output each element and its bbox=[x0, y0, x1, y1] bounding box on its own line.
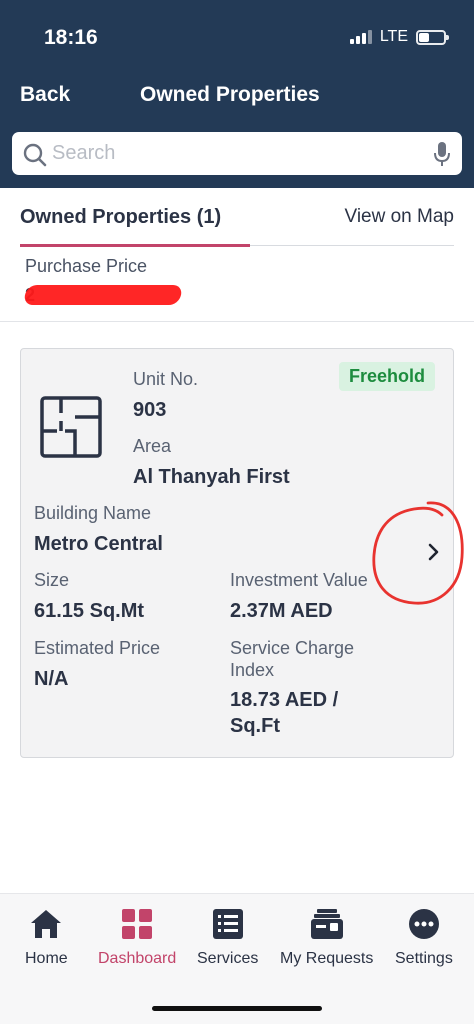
more-icon bbox=[408, 909, 439, 939]
purchase-price-value: 2 bbox=[22, 285, 185, 307]
nav-settings[interactable]: Settings bbox=[395, 908, 453, 968]
nav-my-requests-label: My Requests bbox=[280, 950, 374, 967]
service-charge-label-line2: Index bbox=[230, 660, 275, 680]
home-indicator[interactable] bbox=[152, 1006, 322, 1011]
annotation-circle bbox=[372, 501, 464, 605]
bottom-navigation: Home Dashboard Services My Requests Sett… bbox=[0, 893, 474, 1024]
nav-home-label: Home bbox=[25, 950, 68, 967]
purchase-price-label: Purchase Price bbox=[25, 256, 148, 276]
estimated-price-label: Estimated Price bbox=[34, 638, 161, 658]
search-input[interactable] bbox=[52, 132, 432, 175]
property-tabs: Owned Properties (1) View on Map bbox=[20, 206, 455, 247]
estimated-price-value: N/A bbox=[34, 668, 69, 690]
active-tab-underline bbox=[20, 244, 250, 247]
home-icon bbox=[31, 910, 62, 938]
view-on-map-link[interactable]: View on Map bbox=[345, 206, 455, 228]
nav-home[interactable]: Home bbox=[25, 908, 68, 968]
nav-dashboard-label: Dashboard bbox=[98, 950, 177, 967]
redaction-mark bbox=[22, 285, 184, 305]
tab-owned-properties[interactable]: Owned Properties (1) bbox=[20, 206, 250, 247]
signal-icon bbox=[349, 30, 372, 44]
building-value: Metro Central bbox=[34, 533, 163, 555]
area-label: Area bbox=[133, 436, 172, 456]
investment-label: Investment Value bbox=[230, 570, 368, 590]
investment-value: 2.37M AED bbox=[230, 600, 333, 622]
building-label: Building Name bbox=[34, 503, 152, 523]
microphone-icon[interactable] bbox=[432, 140, 452, 168]
nav-dashboard[interactable]: Dashboard bbox=[98, 908, 176, 968]
unit-value: 903 bbox=[133, 399, 167, 421]
requests-icon bbox=[310, 909, 343, 939]
status-time: 18:16 bbox=[44, 26, 98, 49]
nav-services[interactable]: Services bbox=[197, 908, 258, 968]
nav-my-requests[interactable]: My Requests bbox=[280, 908, 373, 968]
size-label: Size bbox=[34, 570, 70, 590]
nav-services-label: Services bbox=[197, 950, 259, 967]
service-charge-value: 18.73 AED / bbox=[230, 689, 339, 711]
property-card[interactable]: Freehold Unit No. 903 Area Al Thanyah Fi… bbox=[20, 348, 464, 758]
tab-owned-properties-label: Owned Properties (1) bbox=[20, 206, 222, 228]
status-indicators: LTE bbox=[349, 28, 449, 46]
size-value: 61.15 Sq.Mt bbox=[34, 600, 145, 622]
service-charge-label: Service Charge bbox=[230, 638, 355, 658]
back-button[interactable]: Back bbox=[20, 83, 70, 107]
section-divider bbox=[0, 321, 474, 322]
unit-label: Unit No. bbox=[133, 369, 199, 389]
network-label: LTE bbox=[379, 28, 408, 45]
area-value: Al Thanyah First bbox=[133, 466, 290, 488]
search-bar[interactable] bbox=[12, 132, 462, 175]
list-icon bbox=[212, 909, 243, 939]
search-icon bbox=[23, 143, 47, 167]
page-title: Owned Properties bbox=[140, 83, 320, 106]
app-header: 18:16 LTE Back Owned Properties bbox=[0, 0, 474, 188]
dashboard-icon bbox=[122, 909, 153, 939]
floor-plan-icon bbox=[40, 396, 102, 458]
battery-icon bbox=[416, 29, 449, 45]
service-charge-value-line2: Sq.Ft bbox=[230, 715, 280, 737]
nav-settings-label: Settings bbox=[395, 950, 453, 967]
tenure-badge: Freehold bbox=[338, 362, 435, 391]
